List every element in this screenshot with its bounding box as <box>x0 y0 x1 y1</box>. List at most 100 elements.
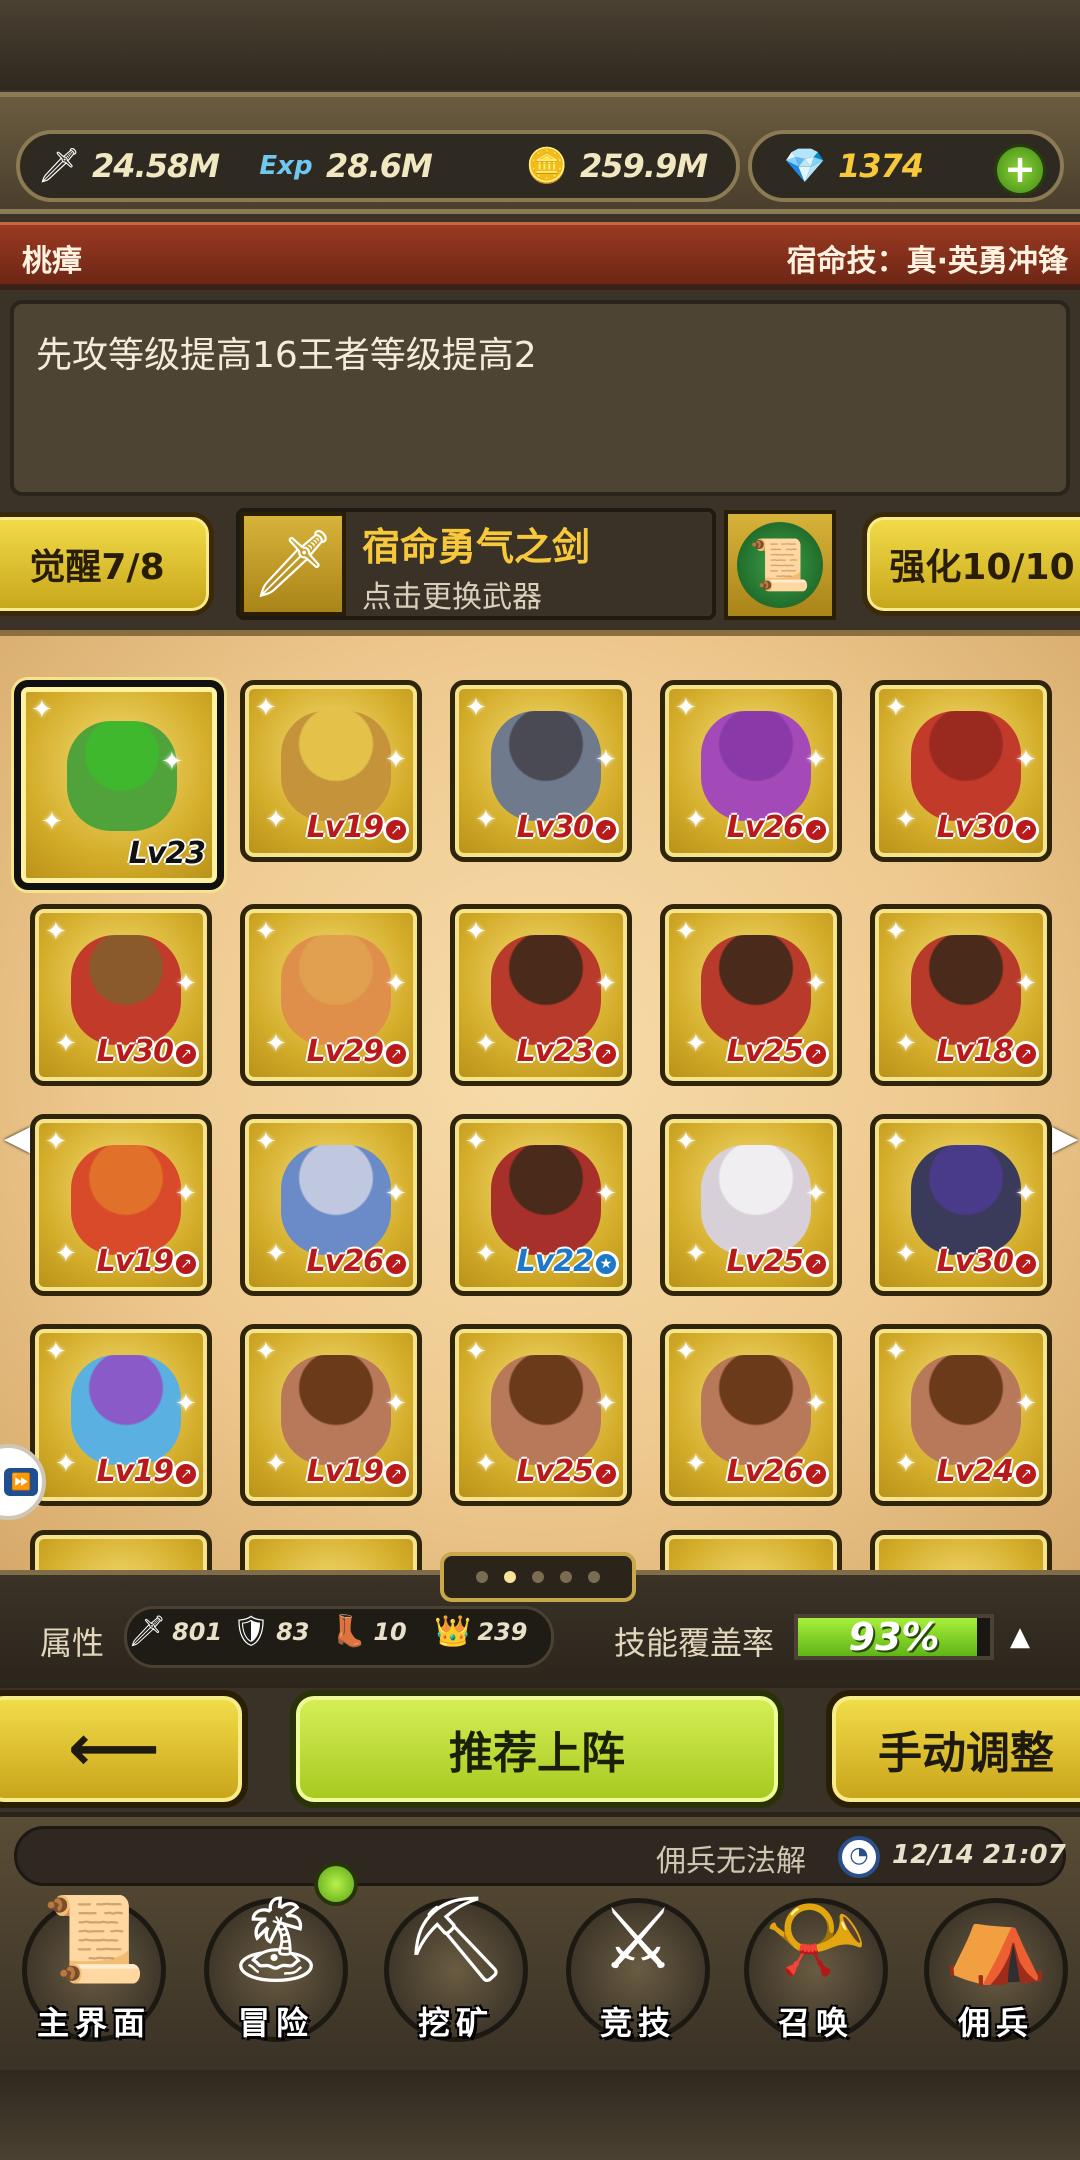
scroll-icon: 📜 <box>737 522 823 608</box>
nav-label: 主界面 <box>36 2004 151 2042</box>
sparkle-icon: ✦ <box>895 1239 917 1269</box>
hero-card[interactable]: ✦ ✦ ✦ Lv30 ↗ <box>870 1114 1052 1296</box>
gem-value: 1374 <box>838 147 924 185</box>
notification-dot <box>314 1862 358 1906</box>
hero-card[interactable]: ✦ ✦ ✦ Lv25 ↗ <box>660 1114 842 1296</box>
sparkle-icon: ✦ <box>805 969 827 999</box>
upgrade-badge-icon: ↗ <box>1013 1251 1039 1277</box>
hero-level: Lv25 <box>726 1034 804 1069</box>
upgrade-badge-icon: ↗ <box>1013 817 1039 843</box>
hero-level: Lv22 <box>516 1244 594 1279</box>
hero-level: Lv19 <box>96 1454 174 1489</box>
clock-icon: ◔ <box>838 1836 880 1878</box>
clock-time: 12/14 21:07 <box>892 1840 1066 1870</box>
hero-card[interactable]: ✦ ✦ ✦ Lv25 ↗ <box>660 904 842 1086</box>
weapon-name: 宿命勇气之剑 <box>362 525 591 569</box>
nav-label: 挖矿 <box>417 2004 494 2042</box>
upgrade-badge-icon: ↗ <box>593 1041 619 1067</box>
sparkle-icon: ✦ <box>595 1389 617 1419</box>
sparkle-icon: ✦ <box>161 747 183 777</box>
hero-card[interactable]: ✦ ✦ ✦ Lv25 ↗ <box>450 1324 632 1506</box>
shield-icon: 🛡 <box>232 1614 271 1649</box>
hero-level: Lv30 <box>936 810 1014 845</box>
sparkle-icon: ✦ <box>175 1389 197 1419</box>
add-gems-button[interactable]: + <box>994 144 1046 196</box>
crown-stat-value: 239 <box>477 1617 528 1646</box>
sparkle-icon: ✦ <box>675 1127 697 1157</box>
hero-card[interactable]: ✦ ✦ ✦ Lv26 ↗ <box>660 1324 842 1506</box>
scroll-right-arrow[interactable]: ▶ <box>1052 1118 1078 1158</box>
sparkle-icon: ✦ <box>1015 1179 1037 1209</box>
hero-level: Lv30 <box>516 810 594 845</box>
hero-level: Lv19 <box>306 810 384 845</box>
hero-card[interactable]: ✦ ✦ ✦ Lv22 ★ <box>450 1114 632 1296</box>
nav-mining[interactable]: ⛏ 挖矿 <box>366 1880 546 2060</box>
hero-card[interactable]: ✦ ✦ ✦ Lv30 ↗ <box>30 904 212 1086</box>
expand-caret-icon[interactable]: ▲ <box>1010 1622 1030 1652</box>
upgrade-badge-icon: ↗ <box>1013 1461 1039 1487</box>
upgrade-badge-icon: ↗ <box>383 817 409 843</box>
exp-value: 28.6M <box>326 147 433 185</box>
enhance-button[interactable]: 强化10/10 <box>862 512 1080 616</box>
nav-mercenary[interactable]: ⛺ 佣兵 <box>906 1880 1080 2060</box>
back-button[interactable]: ⟵ <box>0 1690 248 1808</box>
nav-adventure[interactable]: 🏝 冒险 <box>186 1880 366 2060</box>
nav-summon-icon: 📯 <box>763 1890 869 1988</box>
hero-sprite <box>911 711 1021 821</box>
sparkle-icon: ✦ <box>41 807 63 837</box>
sparkle-icon: ✦ <box>465 1127 487 1157</box>
hero-level: Lv26 <box>726 1454 804 1489</box>
hero-sprite <box>281 711 391 821</box>
hero-card[interactable]: ✦ ✦ ✦ Lv30 ↗ <box>870 680 1052 862</box>
hero-card[interactable]: ✦ ✦ ✦ Lv24 ↗ <box>870 1324 1052 1506</box>
hero-sprite <box>911 1355 1021 1465</box>
sparkle-icon: ✦ <box>685 1029 707 1059</box>
sparkle-icon: ✦ <box>265 805 287 835</box>
page-dot[interactable] <box>504 1571 516 1583</box>
nav-main[interactable]: 📜 主界面 <box>4 1880 184 2060</box>
hero-card[interactable]: ✦ ✦ ✦ Lv30 ↗ <box>450 680 632 862</box>
speed-stat-value: 10 <box>373 1617 407 1646</box>
sparkle-icon: ✦ <box>465 693 487 723</box>
nav-mining-icon: ⛏ <box>402 1890 510 1988</box>
hero-card[interactable]: ✦ ✦ ✦ Lv26 ↗ <box>240 1114 422 1296</box>
weapon-icon[interactable]: 🗡 <box>240 512 346 616</box>
hero-card[interactable]: ✦ ✦ ✦ Lv19 ↗ <box>30 1324 212 1506</box>
sparkle-icon: ✦ <box>31 695 53 725</box>
hero-card[interactable]: ✦ ✦ ✦ Lv19 ↗ <box>240 1324 422 1506</box>
upgrade-badge-icon: ↗ <box>383 1041 409 1067</box>
nav-mercenary-icon: ⛺ <box>943 1890 1049 1988</box>
sparkle-icon: ✦ <box>55 1449 77 1479</box>
hero-card[interactable]: ✦ ✦ ✦ Lv19 ↗ <box>240 680 422 862</box>
hero-card[interactable]: ✦ ✦ ✦ Lv29 ↗ <box>240 904 422 1086</box>
sparkle-icon: ✦ <box>685 805 707 835</box>
sparkle-icon: ✦ <box>45 1337 67 1367</box>
awaken-button[interactable]: 觉醒7/8 <box>0 512 214 616</box>
page-dot[interactable] <box>588 1571 600 1583</box>
page-dot[interactable] <box>532 1571 544 1583</box>
sparkle-icon: ✦ <box>255 917 277 947</box>
nav-label: 召唤 <box>777 2004 854 2042</box>
hero-card[interactable]: ✦ ✦ ✦ Lv23 <box>14 680 224 890</box>
scroll-item-button[interactable]: 📜 <box>724 510 836 620</box>
upgrade-badge-icon: ↗ <box>173 1041 199 1067</box>
attack-stat: 🗡 801 <box>128 1614 222 1649</box>
skill-description: 先攻等级提高16王者等级提高2 <box>36 335 537 376</box>
scroll-left-arrow[interactable]: ◀ <box>4 1118 30 1158</box>
attack-resource: 🗡 24.58M <box>34 140 220 192</box>
page-dot[interactable] <box>560 1571 572 1583</box>
nav-arena[interactable]: ⚔ 竞技 <box>548 1880 728 2060</box>
hero-sprite <box>701 711 811 821</box>
page-dot[interactable] <box>476 1571 488 1583</box>
recommend-lineup-button[interactable]: 推荐上阵 <box>290 1690 784 1808</box>
hero-sprite <box>701 1355 811 1465</box>
manual-adjust-button[interactable]: 手动调整 <box>826 1690 1080 1808</box>
nav-summon[interactable]: 📯 召唤 <box>726 1880 906 2060</box>
hero-card[interactable]: ✦ ✦ ✦ Lv18 ↗ <box>870 904 1052 1086</box>
sparkle-icon: ✦ <box>45 917 67 947</box>
exp-resource: Exp 28.6M <box>254 140 432 192</box>
hero-card[interactable]: ✦ ✦ ✦ Lv26 ↗ <box>660 680 842 862</box>
hero-card[interactable]: ✦ ✦ ✦ Lv23 ↗ <box>450 904 632 1086</box>
hero-card[interactable]: ✦ ✦ ✦ Lv19 ↗ <box>30 1114 212 1296</box>
crown-icon: 👑 <box>434 1614 472 1649</box>
